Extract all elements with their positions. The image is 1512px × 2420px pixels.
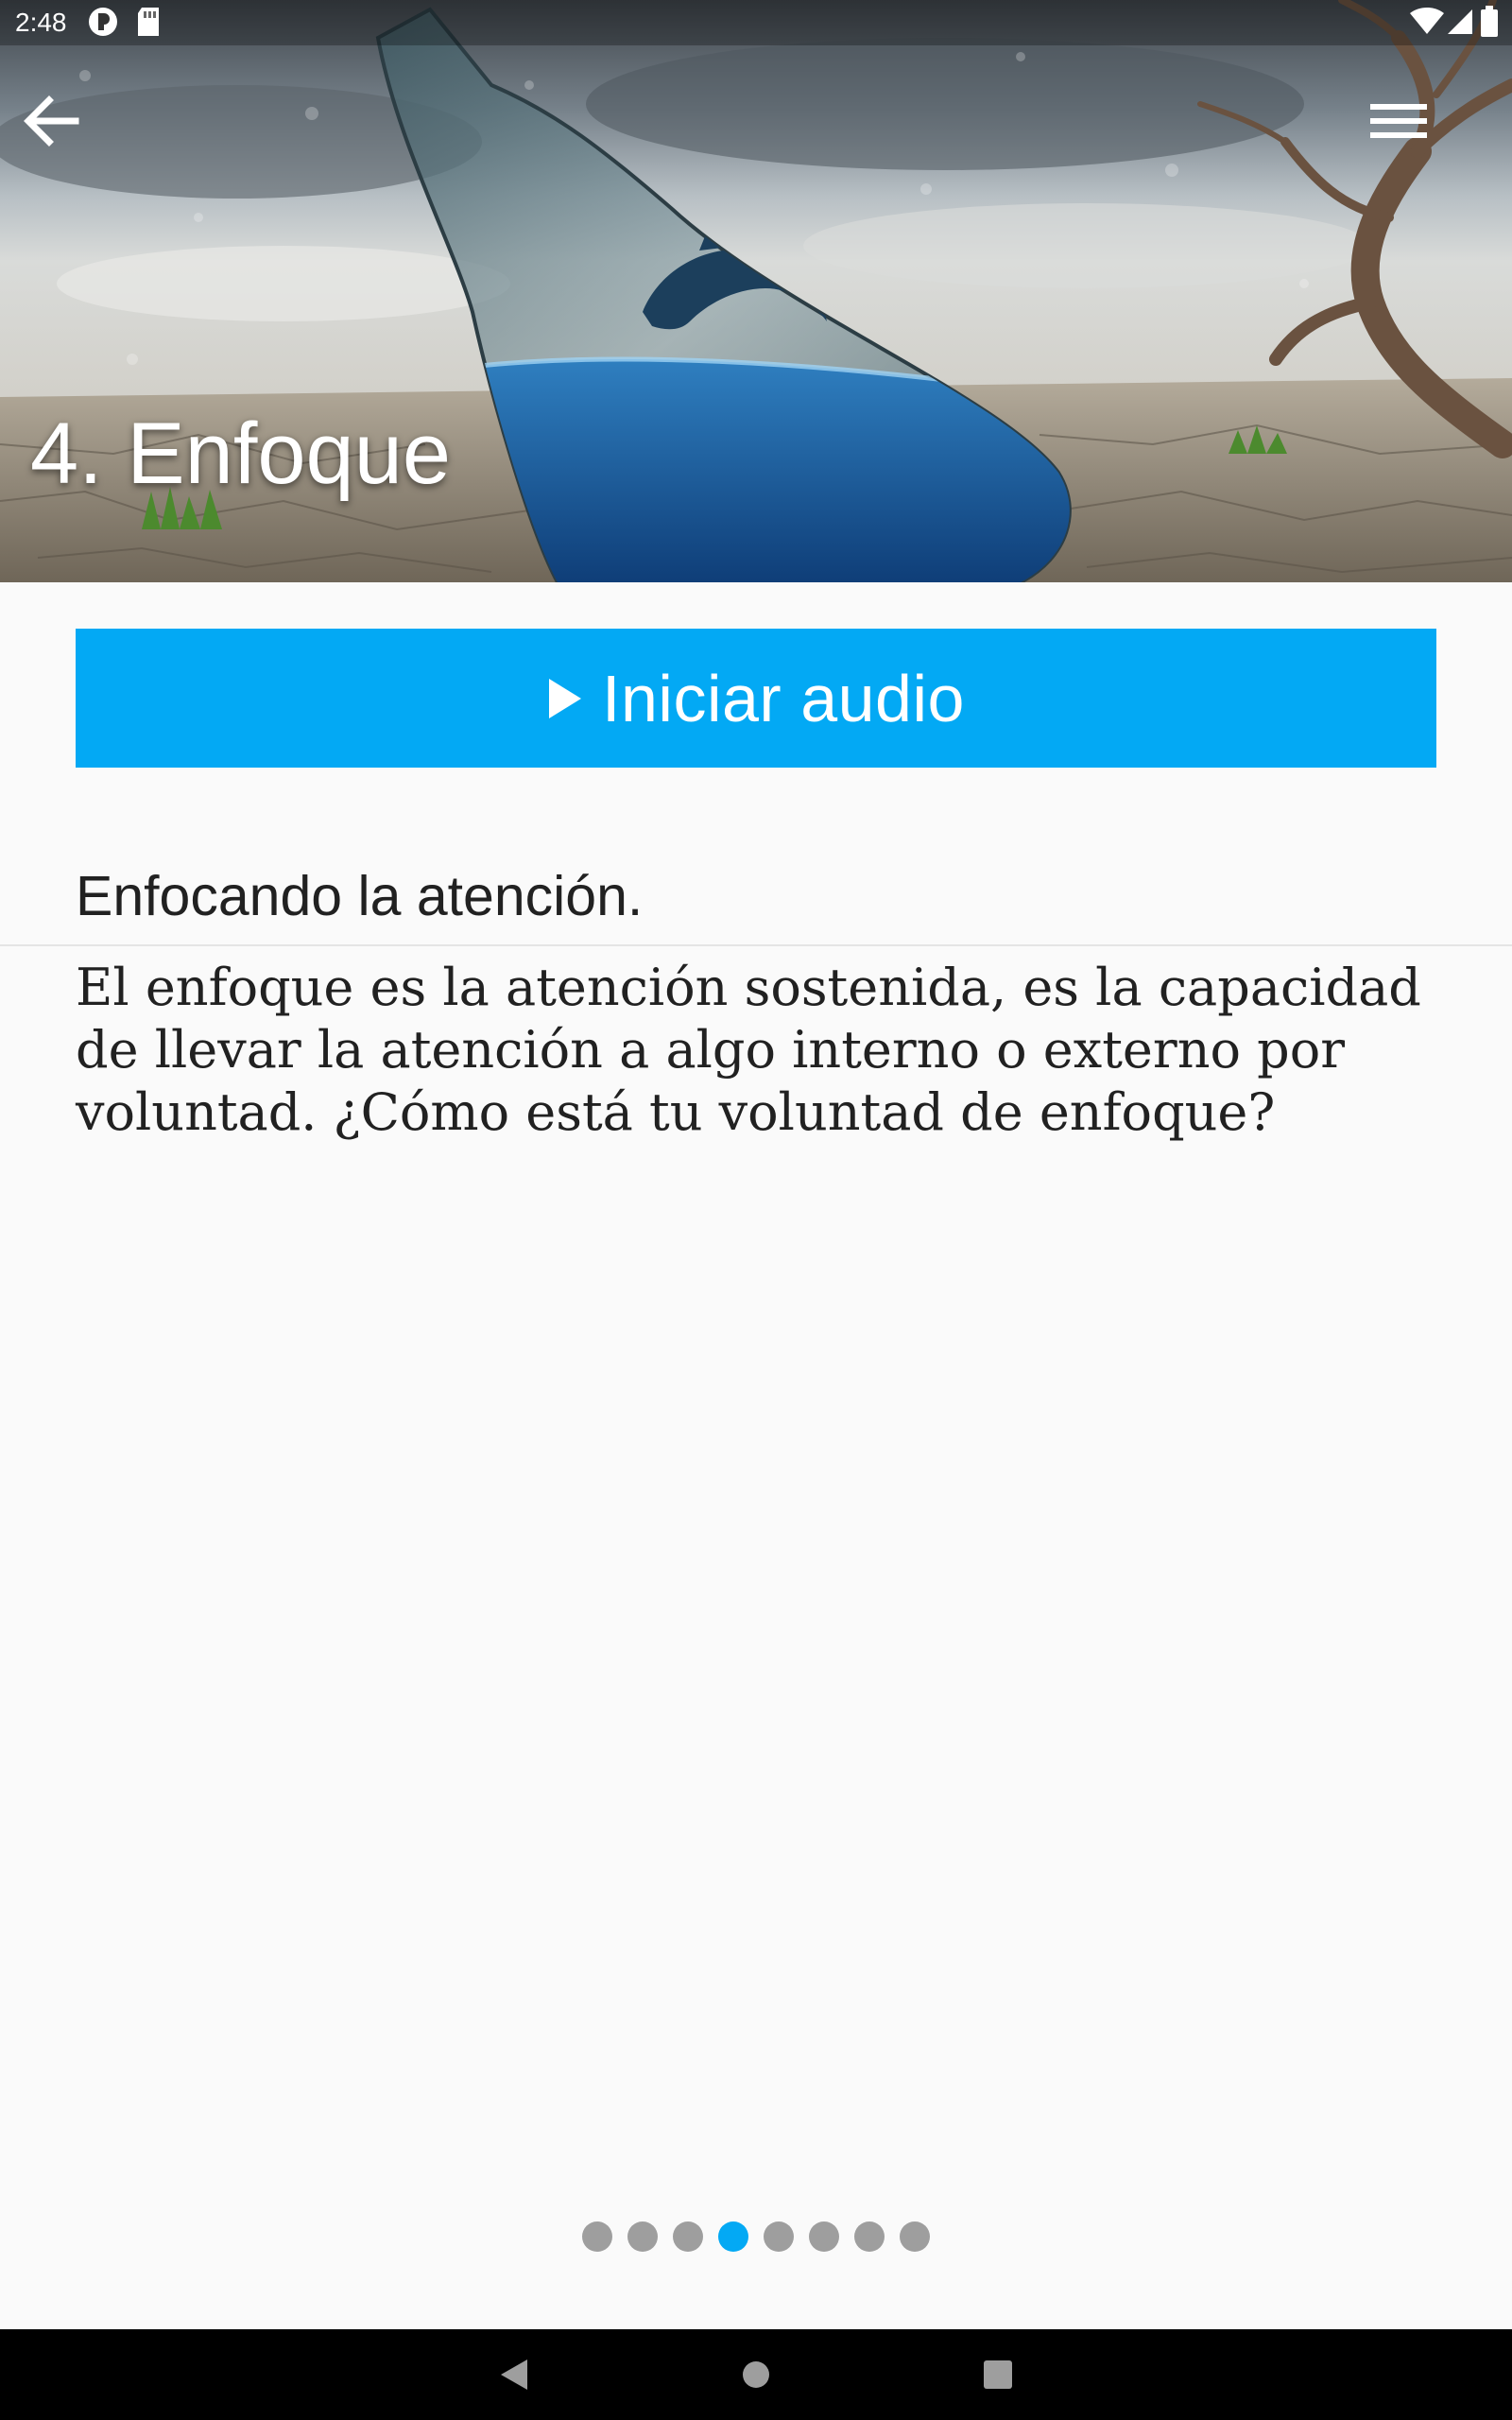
- start-audio-label: Iniciar audio: [602, 661, 965, 735]
- status-bar: 2:48: [0, 0, 1512, 45]
- arrow-back-icon[interactable]: [19, 87, 87, 155]
- page-indicator: [0, 2221, 1512, 2254]
- app-screen: 2:48 4. Enfoque Iniciar audio Enfocando …: [0, 0, 1512, 2420]
- notification-app-icon: [89, 8, 117, 36]
- divider: [0, 944, 1512, 946]
- start-audio-button[interactable]: Iniciar audio: [76, 629, 1436, 768]
- wifi-icon: [1410, 8, 1444, 34]
- page-dot-2[interactable]: [627, 2221, 658, 2252]
- play-icon: [549, 678, 582, 718]
- sd-card-icon: [138, 8, 159, 36]
- back-triangle-icon[interactable]: [488, 2348, 541, 2401]
- system-navigation-bar: [0, 2329, 1512, 2420]
- header-image: 2:48 4. Enfoque: [0, 0, 1512, 582]
- page-title: 4. Enfoque: [30, 406, 452, 502]
- page-dot-4-active[interactable]: [718, 2221, 748, 2252]
- battery-icon: [1481, 6, 1498, 37]
- home-circle-icon[interactable]: [730, 2348, 782, 2401]
- page-dot-8[interactable]: [900, 2221, 930, 2252]
- page-dot-1[interactable]: [582, 2221, 612, 2252]
- page-dot-5[interactable]: [764, 2221, 794, 2252]
- recents-square-icon[interactable]: [971, 2348, 1024, 2401]
- section-subtitle: Enfocando la atención.: [76, 865, 644, 927]
- page-dot-7[interactable]: [854, 2221, 885, 2252]
- body-text: El enfoque es la atención sostenida, es …: [76, 958, 1421, 1142]
- signal-icon: [1448, 9, 1472, 34]
- hamburger-menu-icon[interactable]: [1361, 87, 1436, 155]
- page-dot-6[interactable]: [809, 2221, 839, 2252]
- status-time: 2:48: [15, 8, 67, 37]
- page-dot-3[interactable]: [673, 2221, 703, 2252]
